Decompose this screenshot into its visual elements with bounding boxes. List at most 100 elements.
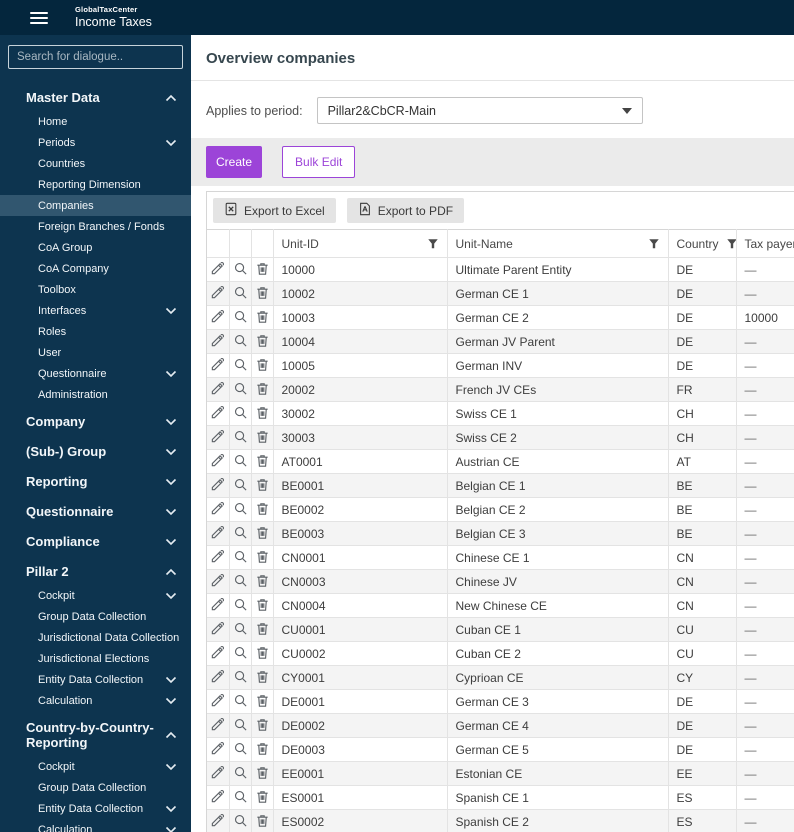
view-button[interactable]	[231, 403, 250, 425]
delete-button[interactable]	[253, 355, 272, 377]
delete-button[interactable]	[253, 571, 272, 593]
view-button[interactable]	[231, 619, 250, 641]
sidebar-item-roles[interactable]: Roles	[0, 321, 191, 342]
create-button[interactable]: Create	[206, 146, 263, 178]
sidebar-item-administration[interactable]: Administration	[0, 384, 191, 405]
view-button[interactable]	[231, 763, 250, 785]
edit-button[interactable]	[208, 715, 227, 737]
delete-button[interactable]	[253, 691, 272, 713]
edit-button[interactable]	[208, 427, 227, 449]
view-button[interactable]	[231, 667, 250, 689]
edit-button[interactable]	[208, 283, 227, 305]
sidebar-item-reporting[interactable]: Reporting	[0, 468, 191, 495]
delete-button[interactable]	[253, 307, 272, 329]
delete-button[interactable]	[253, 403, 272, 425]
sidebar-item-questionnaire[interactable]: Questionnaire	[0, 498, 191, 525]
edit-button[interactable]	[208, 379, 227, 401]
view-button[interactable]	[231, 355, 250, 377]
sidebar-item-entity-data-collection[interactable]: Entity Data Collection	[0, 669, 191, 690]
sidebar-item-country-by-country-reporting[interactable]: Country-by-Country-Reporting	[0, 714, 191, 756]
edit-button[interactable]	[208, 307, 227, 329]
view-button[interactable]	[231, 643, 250, 665]
view-button[interactable]	[231, 523, 250, 545]
edit-button[interactable]	[208, 787, 227, 809]
view-button[interactable]	[231, 571, 250, 593]
delete-button[interactable]	[253, 259, 272, 281]
edit-button[interactable]	[208, 619, 227, 641]
edit-button[interactable]	[208, 259, 227, 281]
sidebar-item-entity-data-collection[interactable]: Entity Data Collection	[0, 798, 191, 819]
view-button[interactable]	[231, 259, 250, 281]
sidebar-item-coa-group[interactable]: CoA Group	[0, 237, 191, 258]
edit-button[interactable]	[208, 547, 227, 569]
delete-button[interactable]	[253, 283, 272, 305]
sidebar-item-sub-group[interactable]: (Sub-) Group	[0, 438, 191, 465]
delete-button[interactable]	[253, 523, 272, 545]
filter-icon[interactable]	[648, 238, 660, 250]
search-input[interactable]	[8, 45, 183, 69]
bulk-edit-button[interactable]: Bulk Edit	[282, 146, 356, 178]
view-button[interactable]	[231, 547, 250, 569]
filter-icon[interactable]	[427, 238, 439, 250]
edit-button[interactable]	[208, 475, 227, 497]
sidebar-item-pillar-2[interactable]: Pillar 2	[0, 558, 191, 585]
sidebar-item-home[interactable]: Home	[0, 111, 191, 132]
view-button[interactable]	[231, 499, 250, 521]
export-to-excel-button[interactable]: Export to Excel	[213, 198, 336, 223]
edit-button[interactable]	[208, 643, 227, 665]
delete-button[interactable]	[253, 667, 272, 689]
sidebar-item-coa-company[interactable]: CoA Company	[0, 258, 191, 279]
edit-button[interactable]	[208, 451, 227, 473]
delete-button[interactable]	[253, 427, 272, 449]
sidebar-item-foreign-branches-fonds[interactable]: Foreign Branches / Fonds	[0, 216, 191, 237]
sidebar-item-questionnaire[interactable]: Questionnaire	[0, 363, 191, 384]
sidebar-item-jurisdictional-elections[interactable]: Jurisdictional Elections	[0, 648, 191, 669]
sidebar-item-toolbox[interactable]: Toolbox	[0, 279, 191, 300]
sidebar-item-compliance[interactable]: Compliance	[0, 528, 191, 555]
delete-button[interactable]	[253, 619, 272, 641]
sidebar-item-master-data[interactable]: Master Data	[0, 84, 191, 111]
view-button[interactable]	[231, 379, 250, 401]
view-button[interactable]	[231, 283, 250, 305]
sidebar-item-calculation[interactable]: Calculation	[0, 819, 191, 832]
view-button[interactable]	[231, 331, 250, 353]
sidebar-item-reporting-dimension[interactable]: Reporting Dimension	[0, 174, 191, 195]
column-header-unit-name[interactable]: Unit-Name	[447, 229, 669, 258]
delete-button[interactable]	[253, 739, 272, 761]
column-header-tax-payer[interactable]: Tax payer (	[736, 229, 794, 258]
delete-button[interactable]	[253, 811, 272, 832]
sidebar-item-group-data-collection[interactable]: Group Data Collection	[0, 606, 191, 627]
edit-button[interactable]	[208, 403, 227, 425]
export-to-pdf-button[interactable]: Export to PDF	[346, 198, 465, 223]
filter-icon[interactable]	[726, 238, 735, 250]
edit-button[interactable]	[208, 355, 227, 377]
sidebar-item-company[interactable]: Company	[0, 408, 191, 435]
view-button[interactable]	[231, 787, 250, 809]
sidebar-item-user[interactable]: User	[0, 342, 191, 363]
edit-button[interactable]	[208, 811, 227, 832]
view-button[interactable]	[231, 691, 250, 713]
delete-button[interactable]	[253, 763, 272, 785]
view-button[interactable]	[231, 715, 250, 737]
sidebar-item-companies[interactable]: Companies	[0, 195, 191, 216]
sidebar-item-calculation[interactable]: Calculation	[0, 690, 191, 711]
view-button[interactable]	[231, 595, 250, 617]
delete-button[interactable]	[253, 475, 272, 497]
delete-button[interactable]	[253, 787, 272, 809]
period-select[interactable]: Pillar2&CbCR-Main	[316, 97, 643, 124]
edit-button[interactable]	[208, 739, 227, 761]
hamburger-menu-icon[interactable]	[30, 9, 48, 27]
sidebar-item-cockpit[interactable]: Cockpit	[0, 585, 191, 606]
sidebar-item-countries[interactable]: Countries	[0, 153, 191, 174]
edit-button[interactable]	[208, 667, 227, 689]
edit-button[interactable]	[208, 523, 227, 545]
view-button[interactable]	[231, 475, 250, 497]
view-button[interactable]	[231, 427, 250, 449]
delete-button[interactable]	[253, 379, 272, 401]
delete-button[interactable]	[253, 643, 272, 665]
sidebar-item-periods[interactable]: Periods	[0, 132, 191, 153]
edit-button[interactable]	[208, 331, 227, 353]
edit-button[interactable]	[208, 763, 227, 785]
sidebar-item-jurisdictional-data-collection[interactable]: Jurisdictional Data Collection	[0, 627, 191, 648]
edit-button[interactable]	[208, 595, 227, 617]
